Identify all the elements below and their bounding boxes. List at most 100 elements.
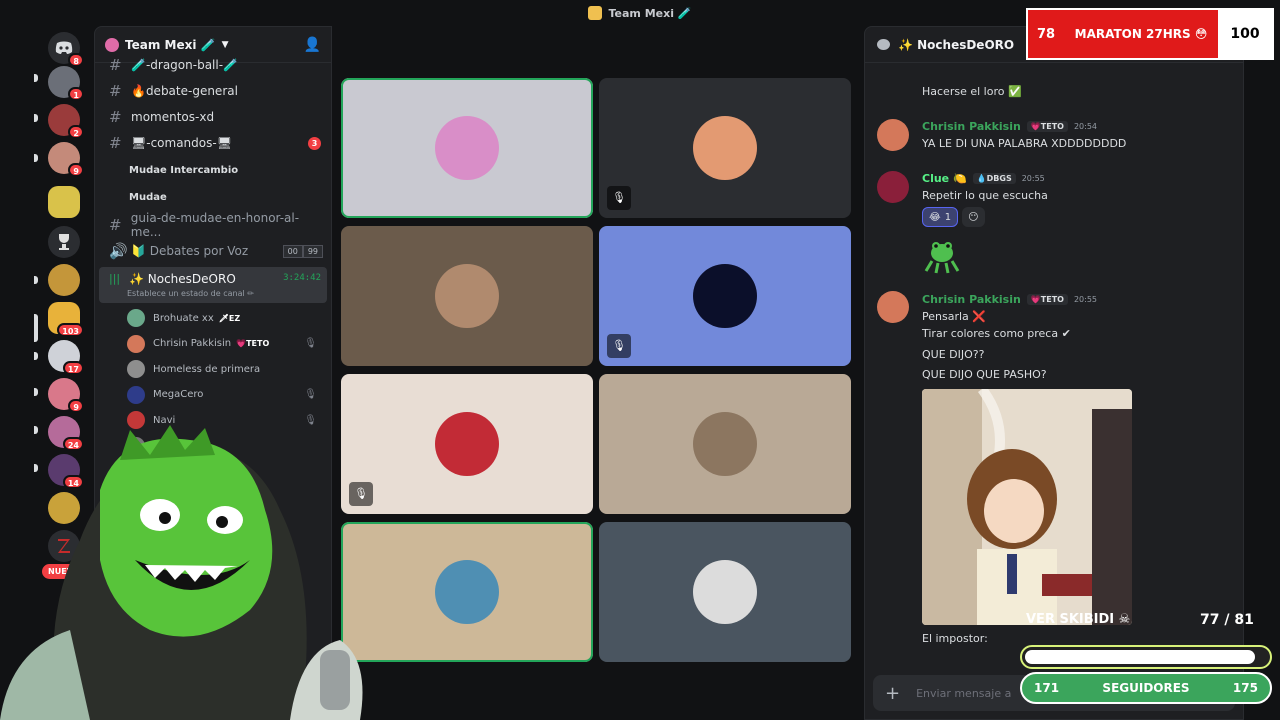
- video-grid: 🎙 🎙 🎙: [333, 26, 860, 720]
- server-icon-1[interactable]: 1: [48, 66, 84, 101]
- discord-home-button[interactable]: 8: [48, 32, 84, 67]
- video-tile[interactable]: 🎙: [599, 78, 851, 218]
- goal-current: 77: [1200, 612, 1220, 628]
- video-tile[interactable]: 🎙: [341, 374, 593, 514]
- voice-user[interactable]: Brohuate xx 🗡EZ: [127, 307, 327, 329]
- gif-attachment[interactable]: [922, 389, 1132, 625]
- active-pip: [34, 314, 38, 342]
- channel-item[interactable]: # 🧪-dragon-ball-🧪: [103, 53, 327, 77]
- server-icon-9[interactable]: 9: [48, 378, 84, 413]
- muted-mic-icon: 🎙: [607, 334, 631, 358]
- message-text: Hacerse el loro ✅: [922, 85, 1022, 98]
- followers-goal-bar: 171 SEGUIDORES 175: [1020, 672, 1272, 704]
- server-icon-8[interactable]: 17: [48, 340, 84, 375]
- participant-avatar: [435, 560, 499, 624]
- channel-name: 🧪-dragon-ball-🧪: [131, 58, 238, 72]
- message-text: QUE DIJO QUE PASHO?: [922, 368, 1047, 381]
- marathon-left-value: 78: [1036, 26, 1056, 42]
- avatar[interactable]: [877, 291, 909, 323]
- chat-channel-name: ✨ NochesDeORO: [898, 37, 1015, 52]
- chevron-down-icon: ▼: [221, 39, 229, 50]
- thread-item[interactable]: Mudae Intercambio: [129, 165, 238, 176]
- unread-pip: [34, 74, 38, 82]
- goal-progress-fill: [1025, 650, 1255, 664]
- message-text: Pensarla ❌: [922, 310, 986, 323]
- server-icon-2[interactable]: 2: [48, 104, 84, 139]
- mention-badge: 8: [68, 53, 84, 67]
- chat-bubble-icon: [877, 39, 890, 50]
- voice-user-tag: 🗡EZ: [218, 313, 241, 323]
- participant-avatar: [435, 412, 499, 476]
- channel-name: 🖥-comandos-🖥: [131, 136, 232, 150]
- followers-min: 171: [1034, 681, 1060, 695]
- goal-total: / 81: [1224, 612, 1254, 628]
- video-tile[interactable]: [599, 374, 851, 514]
- avatar[interactable]: [877, 171, 909, 203]
- video-tile[interactable]: [599, 522, 851, 662]
- anime-gif-image: [922, 389, 1132, 625]
- hash-icon: #: [109, 56, 122, 74]
- channel-name: 🔰 Debates por Voz: [131, 244, 249, 258]
- unread-pip: [34, 388, 38, 396]
- server-icon-4[interactable]: [48, 186, 80, 218]
- mention-badge: 1: [68, 87, 84, 101]
- message-text: Repetir lo que escucha: [922, 189, 1048, 202]
- participant-avatar: [435, 116, 499, 180]
- channel-item[interactable]: # guia-de-mudae-en-honor-al-me...: [103, 211, 327, 239]
- role-tag: 💗TETO: [1026, 121, 1068, 132]
- participant-avatar: [693, 412, 757, 476]
- active-voice-channel[interactable]: ||| ✨ NochesDeORO 3:24:42 Establece un e…: [99, 267, 327, 303]
- channel-item[interactable]: # 🔥debate-general: [103, 79, 327, 103]
- voice-user[interactable]: MegaCero 🎙: [127, 384, 327, 406]
- reaction-laugh[interactable]: 😂 1: [922, 207, 959, 227]
- role-tag: 💧DBGS: [972, 173, 1016, 184]
- author-name[interactable]: Clue 🍋: [922, 172, 967, 185]
- trophy-icon: [59, 234, 69, 250]
- add-reaction-icon: 😶: [968, 211, 979, 223]
- channel-item[interactable]: # 🖥-comandos-🖥 3: [103, 131, 327, 155]
- video-tile[interactable]: [341, 522, 593, 662]
- video-tile[interactable]: 🎙: [599, 226, 851, 366]
- voice-user-name: Homeless de primera: [153, 363, 261, 375]
- message-text: El impostor:: [922, 632, 988, 645]
- message-header: Clue 🍋 💧DBGS 20:55: [922, 172, 1045, 185]
- composer-placeholder[interactable]: Enviar mensaje a: [916, 687, 1011, 700]
- mention-badge: 17: [62, 361, 84, 375]
- add-attachment-icon[interactable]: +: [885, 683, 900, 704]
- add-reaction-button[interactable]: 😶: [962, 207, 985, 227]
- author-name[interactable]: Chrisin Pakkisin: [922, 120, 1021, 133]
- goal-count: 77 / 81: [1200, 612, 1254, 628]
- hash-icon: #: [109, 216, 122, 234]
- voice-user[interactable]: Homeless de primera: [127, 358, 327, 380]
- mention-badge: 2: [68, 125, 84, 139]
- video-tile[interactable]: [341, 78, 593, 218]
- message-text: QUE DIJO??: [922, 348, 985, 361]
- streamer-avatar-overlay: [0, 425, 363, 720]
- voice-user[interactable]: Chrisin Pakkisin 💗TETO 🎙: [127, 333, 327, 355]
- server-icon-6[interactable]: [48, 264, 80, 296]
- voice-status[interactable]: Establece un estado de canal ✏: [127, 289, 254, 298]
- message-text: Tirar colores como preca ✔: [922, 327, 1071, 340]
- avatar: [127, 360, 145, 378]
- unread-pip: [34, 352, 38, 360]
- speaker-icon: 🔊: [109, 242, 128, 260]
- video-tile[interactable]: [341, 226, 593, 366]
- participant-avatar: [435, 264, 499, 328]
- server-icon-3[interactable]: 9: [48, 142, 84, 177]
- server-icon-active[interactable]: 103: [48, 302, 84, 337]
- voice-user-name: Brohuate xx: [153, 312, 214, 324]
- avatar: [127, 309, 145, 327]
- frog-sticker: [924, 242, 960, 274]
- channel-item[interactable]: # momentos-xd: [103, 105, 327, 129]
- server-icon-europa[interactable]: [48, 226, 80, 258]
- mention-badge: 103: [57, 323, 84, 337]
- add-member-icon[interactable]: 👤: [304, 37, 321, 53]
- muted-mic-icon: 🎙: [607, 186, 631, 210]
- muted-mic-icon: 🎙: [304, 338, 317, 349]
- voice-channel-name: ✨ NochesDeORO: [129, 272, 236, 286]
- thread-item[interactable]: Mudae: [129, 192, 167, 203]
- avatar[interactable]: [877, 119, 909, 151]
- author-name[interactable]: Chrisin Pakkisin: [922, 293, 1021, 306]
- reaction-emoji: 😂: [929, 211, 941, 223]
- goal-progress-bar: [1020, 645, 1272, 669]
